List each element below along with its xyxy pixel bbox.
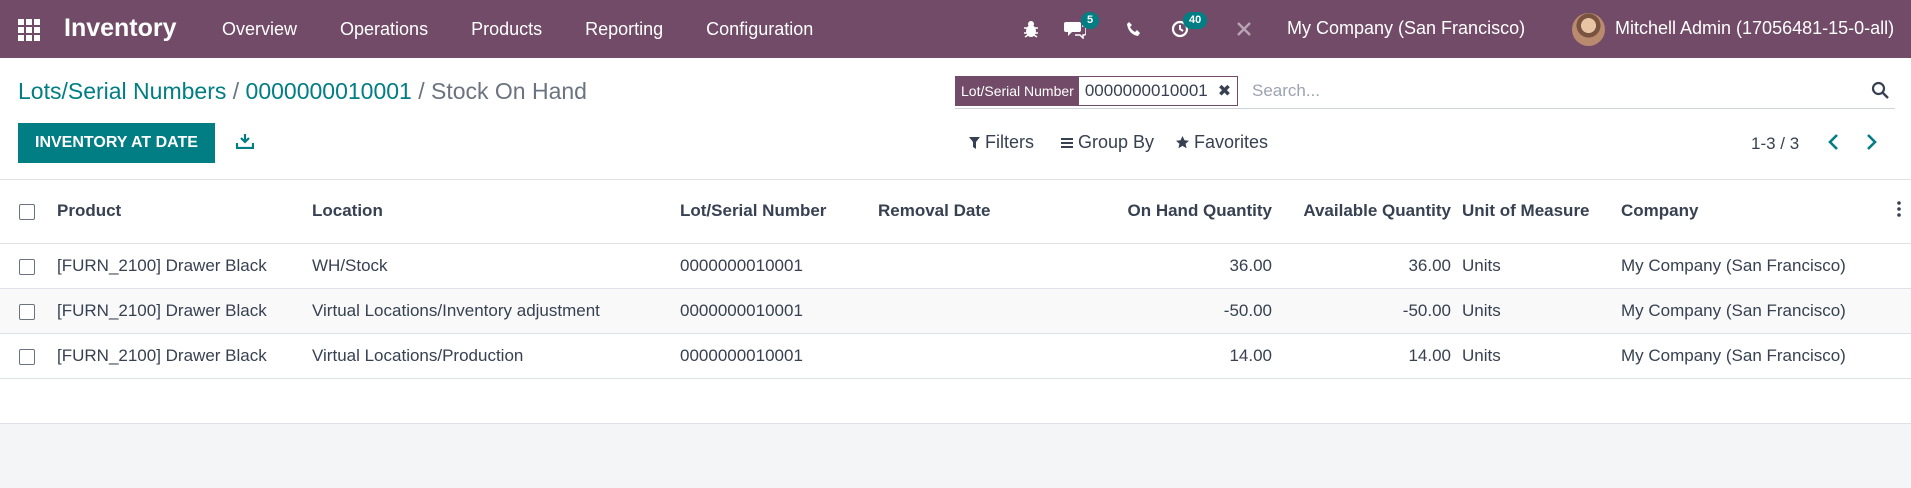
- facet-value: 0000000010001: [1078, 77, 1214, 105]
- cell-available: 14.00: [1408, 346, 1451, 365]
- column-lot[interactable]: Lot/Serial Number: [680, 201, 826, 221]
- column-removal-date[interactable]: Removal Date: [878, 201, 990, 221]
- cell-on-hand: 36.00: [1229, 256, 1272, 275]
- cell-on-hand: -50.00: [1223, 301, 1272, 320]
- menu-operations[interactable]: Operations: [340, 19, 428, 40]
- breadcrumb-separator: /: [232, 78, 240, 104]
- column-location[interactable]: Location: [312, 201, 383, 221]
- control-panel: Lots/Serial Numbers / 0000000010001 / St…: [0, 58, 1911, 180]
- cell-lot: 0000000010001: [680, 256, 803, 275]
- pager-previous-icon[interactable]: [1827, 133, 1839, 156]
- breadcrumb: Lots/Serial Numbers / 0000000010001 / St…: [18, 78, 587, 105]
- pager-next-icon[interactable]: [1866, 133, 1878, 156]
- page-title: Stock On Hand: [431, 78, 587, 104]
- activity-clock-icon[interactable]: [1169, 0, 1191, 58]
- messages-icon[interactable]: [1062, 0, 1088, 58]
- table-row[interactable]: [FURN_2100] Drawer Black Virtual Locatio…: [0, 334, 1911, 379]
- favorites-label: Favorites: [1194, 132, 1269, 152]
- cell-uom: Units: [1462, 346, 1501, 365]
- menu-products[interactable]: Products: [471, 19, 542, 40]
- cell-product: [FURN_2100] Drawer Black: [57, 301, 267, 320]
- close-tools-icon[interactable]: [1234, 0, 1254, 58]
- company-switcher[interactable]: My Company (San Francisco): [1287, 18, 1525, 39]
- breadcrumb-separator: /: [418, 78, 425, 104]
- cell-lot: 0000000010001: [680, 346, 803, 365]
- cell-uom: Units: [1462, 256, 1501, 275]
- apps-menu-icon[interactable]: [18, 19, 40, 41]
- cell-location: WH/Stock: [312, 256, 388, 275]
- row-checkbox[interactable]: [19, 349, 35, 365]
- menu-configuration[interactable]: Configuration: [706, 19, 813, 40]
- filters-button[interactable]: Filters: [969, 132, 1034, 153]
- star-icon: [1176, 136, 1189, 149]
- search-icon[interactable]: [1871, 81, 1889, 104]
- cell-product: [FURN_2100] Drawer Black: [57, 256, 267, 275]
- app-brand[interactable]: Inventory: [64, 14, 177, 43]
- select-all-checkbox[interactable]: [19, 204, 35, 220]
- cell-lot: 0000000010001: [680, 301, 803, 320]
- cell-company: My Company (San Francisco): [1621, 346, 1846, 365]
- search-input[interactable]: [1250, 80, 1854, 102]
- cell-company: My Company (San Francisco): [1621, 256, 1846, 275]
- cell-uom: Units: [1462, 301, 1501, 320]
- optional-columns-icon[interactable]: [1897, 201, 1901, 222]
- row-checkbox[interactable]: [19, 304, 35, 320]
- messages-badge: 5: [1081, 12, 1100, 29]
- search-bar: Lot/Serial Number 0000000010001 ✖: [955, 76, 1895, 109]
- table-header: Product Location Lot/Serial Number Remov…: [0, 180, 1911, 244]
- stock-table: Product Location Lot/Serial Number Remov…: [0, 180, 1911, 424]
- menu-overview[interactable]: Overview: [222, 19, 297, 40]
- column-company[interactable]: Company: [1621, 201, 1698, 221]
- breadcrumb-lot-number[interactable]: 0000000010001: [246, 78, 412, 104]
- row-checkbox[interactable]: [19, 259, 35, 275]
- search-facet: Lot/Serial Number 0000000010001 ✖: [955, 76, 1239, 106]
- download-icon[interactable]: [235, 133, 255, 154]
- filters-label: Filters: [985, 132, 1034, 152]
- favorites-button[interactable]: Favorites: [1176, 132, 1268, 153]
- column-product[interactable]: Product: [57, 201, 121, 221]
- group-by-label: Group By: [1078, 132, 1155, 152]
- cell-on-hand: 14.00: [1229, 346, 1272, 365]
- menu-reporting[interactable]: Reporting: [585, 19, 663, 40]
- group-by-button[interactable]: Group By: [1061, 132, 1154, 153]
- user-menu[interactable]: Mitchell Admin (17056481-15-0-all): [1615, 18, 1894, 39]
- activities-badge: 40: [1183, 12, 1208, 29]
- cell-location: Virtual Locations/Production: [312, 346, 524, 365]
- cell-available: 36.00: [1408, 256, 1451, 275]
- cell-company: My Company (San Francisco): [1621, 301, 1846, 320]
- pager-value[interactable]: 1-3 / 3: [1751, 134, 1799, 154]
- table-row[interactable]: [FURN_2100] Drawer Black Virtual Locatio…: [0, 289, 1911, 334]
- list-icon: [1061, 137, 1073, 148]
- cell-available: -50.00: [1402, 301, 1451, 320]
- cell-product: [FURN_2100] Drawer Black: [57, 346, 267, 365]
- column-available[interactable]: Available Quantity: [1303, 201, 1451, 221]
- bug-icon[interactable]: [1020, 0, 1042, 58]
- column-uom[interactable]: Unit of Measure: [1462, 201, 1590, 221]
- phone-icon[interactable]: [1124, 0, 1144, 58]
- top-navbar: Inventory Overview Operations Products R…: [0, 0, 1911, 58]
- inventory-at-date-button[interactable]: INVENTORY AT DATE: [18, 123, 215, 163]
- cell-location: Virtual Locations/Inventory adjustment: [312, 301, 600, 320]
- empty-row: [0, 379, 1911, 424]
- facet-label: Lot/Serial Number: [956, 77, 1079, 105]
- column-on-hand[interactable]: On Hand Quantity: [1128, 201, 1273, 221]
- user-avatar[interactable]: [1572, 13, 1605, 46]
- table-row[interactable]: [FURN_2100] Drawer Black WH/Stock 000000…: [0, 244, 1911, 289]
- main-menu: Overview Operations Products Reporting C…: [222, 0, 856, 58]
- breadcrumb-lots[interactable]: Lots/Serial Numbers: [18, 78, 226, 104]
- facet-remove-icon[interactable]: ✖: [1213, 77, 1238, 105]
- filter-icon: [969, 136, 980, 149]
